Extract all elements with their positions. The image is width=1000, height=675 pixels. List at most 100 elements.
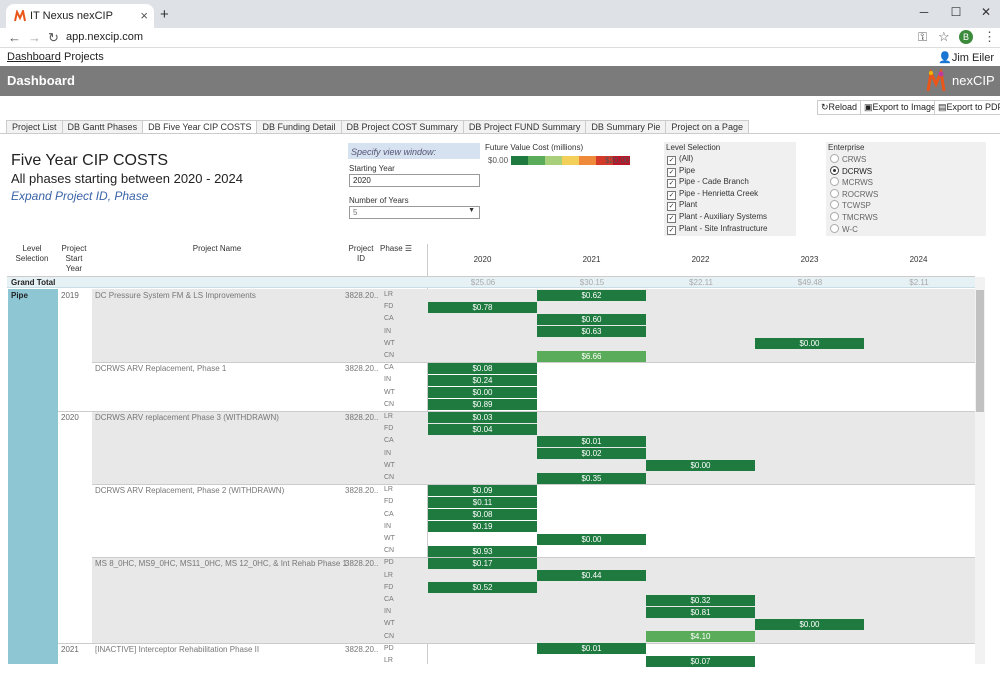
tab-project-fund-summary[interactable]: DB Project FUND Summary — [462, 120, 587, 133]
enterprise-radio[interactable]: ROCRWS — [830, 188, 878, 199]
cost-bar[interactable]: $4.10 — [646, 631, 755, 643]
cost-bar[interactable]: $0.81 — [646, 606, 755, 618]
chevron-down-icon: ▼ — [468, 207, 475, 214]
cost-bar[interactable]: $0.08 — [428, 509, 537, 521]
cost-bar[interactable]: $0.93 — [428, 545, 537, 557]
new-tab-button[interactable]: + — [160, 6, 169, 23]
starting-year-input[interactable]: 2020 — [349, 174, 480, 187]
cost-bar[interactable]: $0.00 — [755, 618, 864, 630]
forward-icon[interactable]: → — [28, 30, 41, 45]
tab-funding-detail[interactable]: DB Funding Detail — [256, 120, 342, 133]
level-checkbox-label: Pipe — [679, 165, 696, 175]
cost-bar[interactable]: $0.08 — [428, 362, 537, 374]
level-checkbox[interactable]: ✓ Pipe — [667, 166, 695, 177]
cost-bar[interactable]: $0.52 — [428, 582, 537, 594]
year-header: 2022 — [691, 255, 710, 264]
level-checkbox[interactable]: ✓ (All) — [667, 154, 693, 165]
cost-bar[interactable]: $0.19 — [428, 521, 537, 533]
enterprise-radio[interactable]: MCRWS — [830, 177, 873, 187]
tab-summary-pie[interactable]: DB Summary Pie — [585, 120, 667, 133]
phase-cell: IN — [384, 608, 391, 616]
tab-gantt-phases[interactable]: DB Gantt Phases — [61, 120, 144, 133]
reload-button[interactable]: ↻Reload — [817, 100, 862, 115]
cost-bar[interactable]: $0.00 — [428, 387, 537, 399]
enterprise-radio[interactable]: W-C — [830, 223, 858, 234]
url-field[interactable]: app.nexcip.com — [66, 31, 143, 43]
tab-five-year-cip-costs[interactable]: DB Five Year CIP COSTS — [142, 120, 258, 133]
cost-bar[interactable]: $0.89 — [428, 399, 537, 411]
minimize-icon[interactable]: ─ — [914, 5, 934, 19]
header-phase[interactable]: Phase ☰ — [380, 244, 422, 254]
maximize-icon[interactable]: ☐ — [946, 5, 966, 19]
cost-bar[interactable]: $0.00 — [537, 533, 646, 545]
cost-bar[interactable]: $0.03 — [428, 411, 537, 423]
enterprise-radio[interactable]: TMCRWS — [830, 212, 878, 222]
window-close-icon[interactable]: ✕ — [976, 5, 996, 19]
cost-bar[interactable]: $0.04 — [428, 423, 537, 435]
tab-project-cost-summary[interactable]: DB Project COST Summary — [340, 120, 464, 133]
cost-bar[interactable]: $0.24 — [428, 374, 537, 386]
level-checkbox[interactable]: ✓ Plant - Auxiliary Systems — [667, 212, 767, 223]
cost-bar[interactable]: $0.00 — [646, 460, 755, 472]
cost-bar[interactable]: $0.02 — [537, 448, 646, 460]
project-name[interactable]: DCRWS ARV Replacement, Phase 2 (WITHDRAW… — [95, 486, 284, 495]
project-name[interactable]: DC Pressure System FM & LS Improvements — [95, 291, 256, 300]
year-header: 2024 — [909, 255, 928, 264]
reload-icon[interactable]: ↻ — [48, 30, 59, 46]
cost-bar[interactable]: $0.35 — [537, 472, 646, 484]
user-menu[interactable]: 👤Jim Eiler — [938, 51, 994, 64]
phase-cell: WT — [384, 535, 395, 542]
scrollbar-thumb[interactable] — [976, 290, 984, 412]
cost-bar[interactable]: $0.01 — [537, 643, 646, 655]
cost-bar[interactable]: $0.78 — [428, 301, 537, 313]
project-name[interactable]: [INACTIVE] Interceptor Rehabilitation Ph… — [95, 645, 259, 654]
nav-projects[interactable]: Projects — [64, 51, 104, 63]
nav-dashboard[interactable]: Dashboard — [7, 51, 61, 63]
enterprise-title: Enterprise — [828, 143, 865, 152]
checkbox-check-icon: ✓ — [667, 190, 676, 200]
profile-avatar[interactable]: B — [959, 30, 973, 44]
nexcip-logo-icon — [926, 69, 946, 92]
project-name[interactable]: MS 8_0HC, MS9_0HC, MS11_0HC, MS 12_0HC, … — [95, 559, 347, 568]
menu-icon[interactable]: ⋮ — [983, 29, 996, 45]
cost-bar[interactable]: $6.66 — [537, 350, 646, 362]
enterprise-radio-label: TMCRWS — [842, 213, 878, 222]
cost-bar[interactable]: $0.11 — [428, 496, 537, 508]
close-tab-icon[interactable]: × — [140, 4, 148, 28]
level-checkbox[interactable]: ✓ Plant - Site Infrastructure — [667, 224, 767, 235]
cost-bar[interactable]: $0.07 — [646, 655, 755, 667]
level-checkbox[interactable]: ✓ Pipe - Cade Branch — [667, 177, 749, 189]
address-bar: ← → ↻ app.nexcip.com ⚿ ☆ B ⋮ — [0, 28, 1000, 48]
cost-bar[interactable]: $0.17 — [428, 557, 537, 569]
cost-bar[interactable]: $0.32 — [646, 594, 755, 606]
project-name[interactable]: DCRWS ARV Replacement, Phase 1 — [95, 364, 226, 373]
enterprise-radio[interactable]: DCRWS — [830, 165, 872, 176]
checkbox-check-icon: ✓ — [667, 167, 676, 177]
phase-cell: IN — [384, 522, 391, 530]
level-checkbox[interactable]: ✓ Pipe - Henrietta Creek — [667, 189, 758, 200]
cost-bar[interactable]: $0.09 — [428, 484, 537, 496]
project-id: 3828.20.. — [345, 486, 379, 496]
number-of-years-select[interactable]: 5 ▼ — [349, 206, 480, 219]
cost-bar[interactable]: $0.00 — [755, 338, 864, 350]
back-icon[interactable]: ← — [8, 30, 21, 45]
cost-bar[interactable]: $0.01 — [537, 435, 646, 447]
tab-project-list[interactable]: Project List — [6, 120, 63, 133]
level-checkbox[interactable]: ✓ Plant — [667, 200, 697, 212]
project-name[interactable]: DCRWS ARV replacement Phase 3 (WITHDRAWN… — [95, 413, 279, 422]
cost-bar[interactable]: $0.63 — [537, 326, 646, 338]
enterprise-radio[interactable]: TCWSP — [830, 200, 871, 210]
tab-project-on-a-page[interactable]: Project on a Page — [665, 120, 749, 133]
cost-bar[interactable]: $0.44 — [537, 570, 646, 582]
phase-cell: WT — [384, 461, 395, 469]
cost-bar[interactable]: $0.62 — [537, 289, 646, 301]
browser-tab[interactable]: IT Nexus nexCIP × — [6, 4, 154, 28]
export-image-button[interactable]: ▣Export to Image — [860, 100, 941, 115]
header-phase-label: Phase — [380, 244, 403, 253]
cost-bar[interactable]: $0.60 — [537, 313, 646, 325]
export-pdf-button[interactable]: ▤Export to PDF — [934, 100, 1000, 115]
expand-link[interactable]: Expand Project ID, Phase — [11, 189, 148, 203]
star-icon[interactable]: ☆ — [938, 29, 950, 45]
enterprise-radio[interactable]: CRWS — [830, 154, 866, 164]
key-icon[interactable]: ⚿ — [918, 30, 927, 45]
